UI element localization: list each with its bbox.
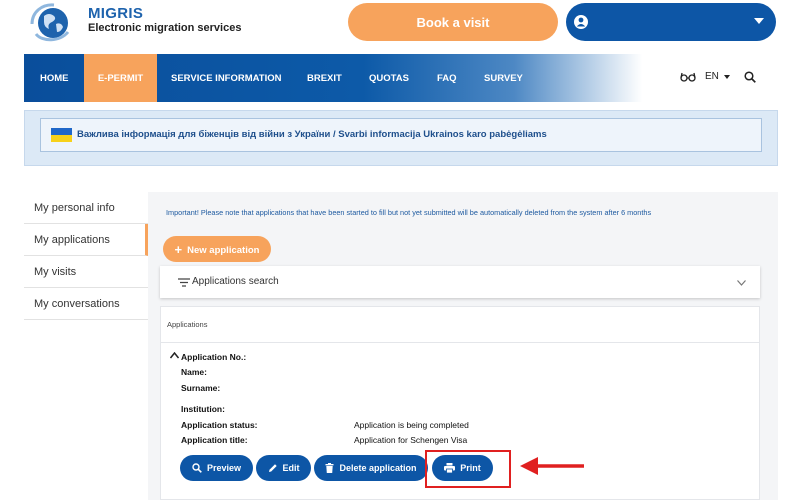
nav-item-service-information[interactable]: SERVICE INFORMATION — [157, 54, 296, 102]
name-label: Name: — [181, 367, 207, 377]
main-nav: HOME E-PERMIT SERVICE INFORMATION BREXIT… — [24, 54, 778, 102]
nav-item-brexit[interactable]: BREXIT — [293, 54, 356, 102]
nav-item-home[interactable]: HOME — [26, 54, 83, 102]
applications-search-label: Applications search — [192, 276, 279, 287]
sidebar-item-visits[interactable]: My visits — [24, 256, 148, 288]
brand-subtitle: Electronic migration services — [88, 22, 242, 34]
application-status-value: Application is being completed — [354, 420, 469, 430]
book-visit-button[interactable]: Book a visit — [348, 3, 558, 41]
institution-label: Institution: — [181, 404, 225, 414]
ukraine-flag-icon — [51, 128, 72, 142]
application-title-value: Application for Schengen Visa — [354, 435, 468, 445]
new-application-label: New application — [187, 244, 260, 256]
search-icon — [192, 463, 202, 473]
application-title-label: Application title: — [181, 435, 248, 445]
language-selector[interactable]: EN — [705, 71, 719, 82]
chevron-up-icon[interactable] — [170, 352, 179, 359]
header: MIGRIS Electronic migration services Boo… — [0, 0, 800, 46]
applications-heading: Applications — [167, 320, 208, 329]
pencil-icon — [268, 464, 277, 472]
applications-search-panel[interactable]: Applications search — [160, 266, 760, 298]
language-caret-icon — [724, 75, 730, 79]
edit-label: Edit — [282, 463, 300, 473]
nav-item-survey[interactable]: SURVEY — [470, 54, 537, 102]
brand-title: MIGRIS — [88, 5, 144, 22]
nav-item-faq[interactable]: FAQ — [423, 54, 471, 102]
plus-icon: + — [174, 241, 183, 257]
search-icon[interactable] — [744, 71, 756, 83]
delete-application-button[interactable]: Delete application — [314, 455, 428, 481]
surname-label: Surname: — [181, 383, 221, 393]
nav-item-e-permit[interactable]: E-PERMIT — [84, 54, 157, 102]
application-status-label: Application status: — [181, 420, 258, 430]
accessibility-glasses-icon[interactable] — [680, 71, 696, 83]
filter-icon — [178, 278, 190, 287]
user-avatar-icon — [574, 15, 588, 29]
chevron-down-icon — [737, 280, 746, 286]
sidebar-item-personal-info[interactable]: My personal info — [24, 192, 148, 224]
print-highlight-box — [425, 450, 511, 488]
preview-label: Preview — [206, 463, 242, 473]
preview-button[interactable]: Preview — [180, 455, 253, 481]
application-number-label: Application No.: — [181, 352, 247, 362]
edit-button[interactable]: Edit — [256, 455, 311, 481]
arrow-left-icon — [520, 457, 584, 475]
ukraine-refugee-info-link[interactable]: Важлива інформація для біженців від війн… — [77, 129, 547, 140]
sidebar-item-applications[interactable]: My applications — [24, 224, 148, 256]
user-account-button[interactable] — [566, 3, 776, 41]
divider — [160, 342, 760, 343]
migris-logo-icon[interactable] — [26, 2, 74, 42]
delete-application-label: Delete application — [339, 463, 417, 473]
important-note: Important! Please note that applications… — [166, 208, 652, 217]
new-application-button[interactable]: + New application — [163, 236, 271, 262]
nav-item-quotas[interactable]: QUOTAS — [355, 54, 423, 102]
trash-icon — [325, 463, 334, 473]
caret-down-icon — [754, 18, 764, 24]
sidebar-item-conversations[interactable]: My conversations — [24, 288, 148, 320]
